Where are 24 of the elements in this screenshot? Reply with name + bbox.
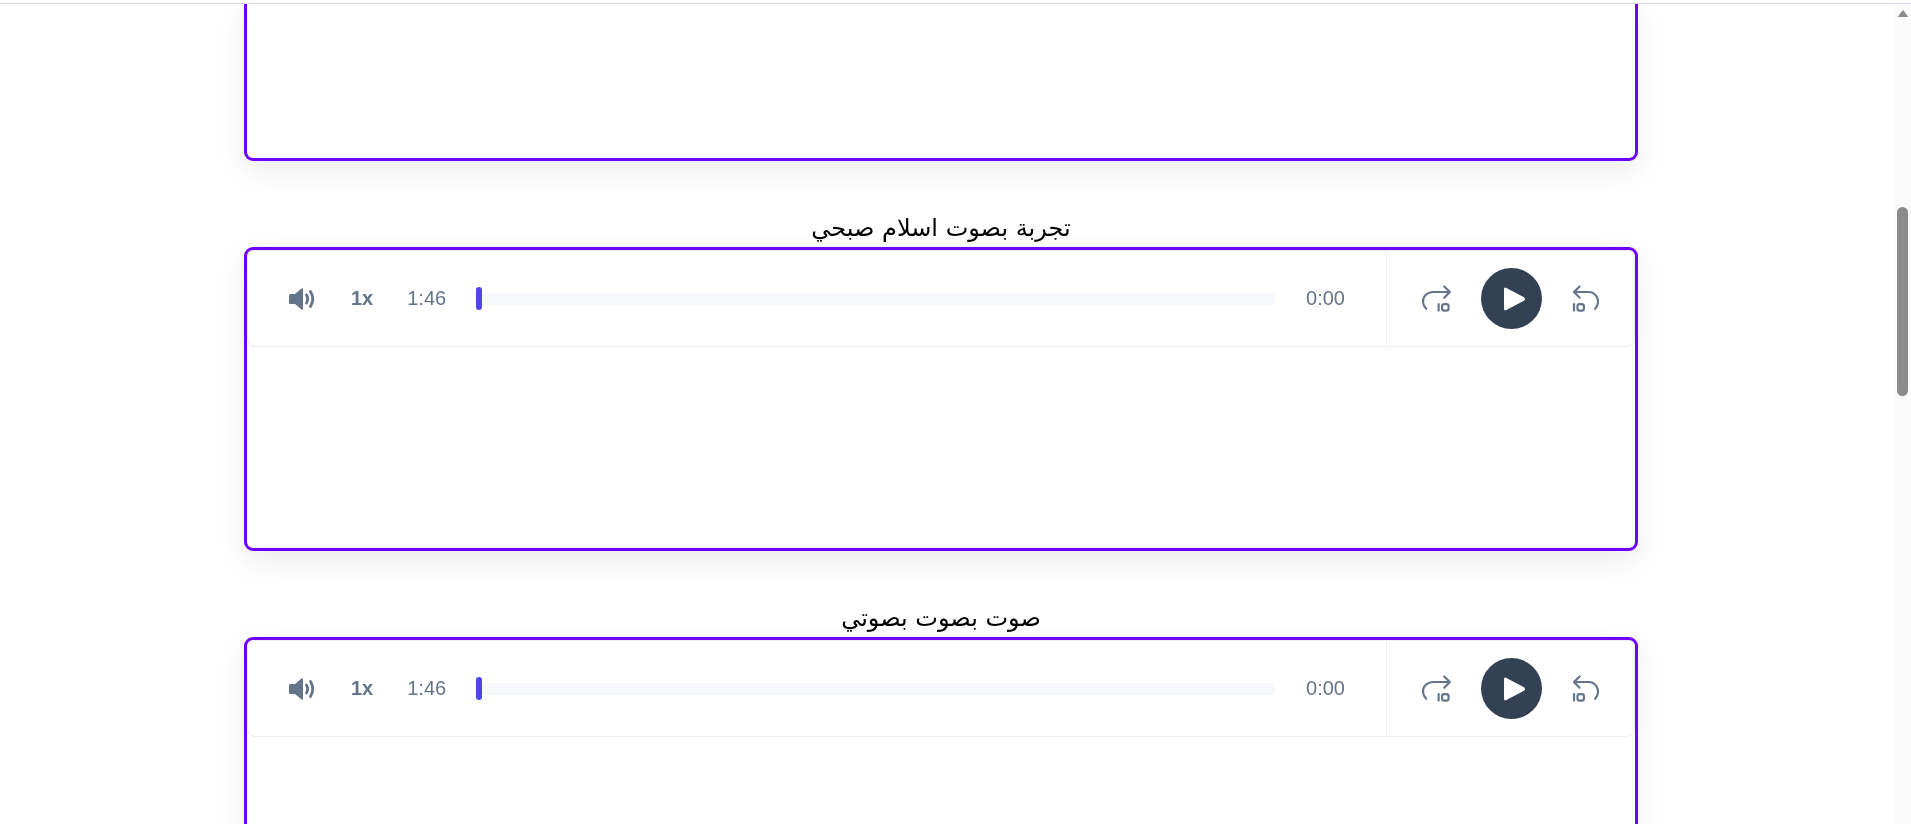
play-icon <box>1501 675 1526 702</box>
progress-track[interactable] <box>476 677 1277 700</box>
speed-button[interactable]: 1x <box>347 677 378 700</box>
progress-thumb[interactable] <box>476 287 483 310</box>
play-button[interactable] <box>1481 268 1542 329</box>
speed-button[interactable]: 1x <box>347 287 378 310</box>
progress-thumb[interactable] <box>476 677 483 700</box>
speaker-icon[interactable] <box>288 286 317 311</box>
skip-forward-icon[interactable] <box>1421 284 1452 313</box>
skip-back-icon[interactable] <box>1571 674 1602 703</box>
play-button[interactable] <box>1481 658 1542 719</box>
current-time-text: 0:00 <box>1306 677 1345 700</box>
skip-forward-icon[interactable] <box>1421 674 1452 703</box>
card-title: صوت بصوت بصوتي <box>841 603 1041 633</box>
play-icon <box>1501 285 1526 312</box>
duration-text: 1:46 <box>407 677 447 700</box>
speaker-icon[interactable] <box>288 676 317 701</box>
duration-text: 1:46 <box>407 287 447 310</box>
skip-back-icon[interactable] <box>1571 284 1602 313</box>
current-time-text: 0:00 <box>1306 287 1345 310</box>
progress-track[interactable] <box>476 287 1277 310</box>
scroll-up-arrow-icon[interactable] <box>1897 10 1908 17</box>
card-title: تجربة بصوت اسلام صبحي <box>811 213 1071 243</box>
scrollbar-thumb[interactable] <box>1897 207 1908 396</box>
